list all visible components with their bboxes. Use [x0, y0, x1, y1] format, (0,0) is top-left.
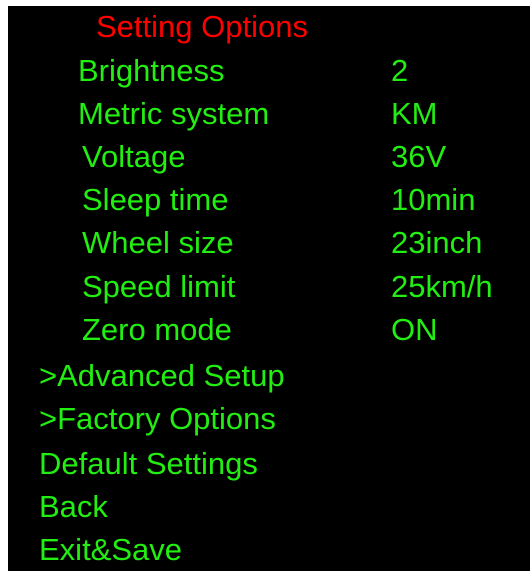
voltage-value: 36V: [391, 139, 447, 174]
wheel-size-value: 23inch: [391, 225, 483, 260]
zero-mode-label[interactable]: Zero mode: [82, 312, 232, 348]
metric-system-label[interactable]: Metric system: [78, 96, 269, 132]
default-settings-item[interactable]: Default Settings: [39, 446, 258, 482]
factory-options-item[interactable]: >Factory Options: [39, 401, 276, 437]
exit-save-item[interactable]: Exit&Save: [39, 532, 182, 568]
back-item[interactable]: Back: [39, 489, 108, 525]
brightness-label[interactable]: Brightness: [78, 53, 224, 89]
brightness-value: 2: [391, 53, 409, 88]
speed-limit-label[interactable]: Speed limit: [82, 269, 235, 305]
settings-screen: Setting Options Brightness 2 Metric syst…: [8, 6, 530, 571]
metric-system-value: KM: [391, 96, 438, 131]
sleep-time-value: 10min: [391, 182, 476, 217]
zero-mode-value: ON: [391, 312, 438, 347]
menu-title: Setting Options: [96, 9, 308, 44]
wheel-size-label[interactable]: Wheel size: [82, 225, 234, 261]
speed-limit-value: 25km/h: [391, 269, 493, 304]
voltage-label[interactable]: Voltage: [82, 139, 185, 175]
sleep-time-label[interactable]: Sleep time: [82, 182, 228, 218]
advanced-setup-item[interactable]: >Advanced Setup: [39, 358, 285, 394]
